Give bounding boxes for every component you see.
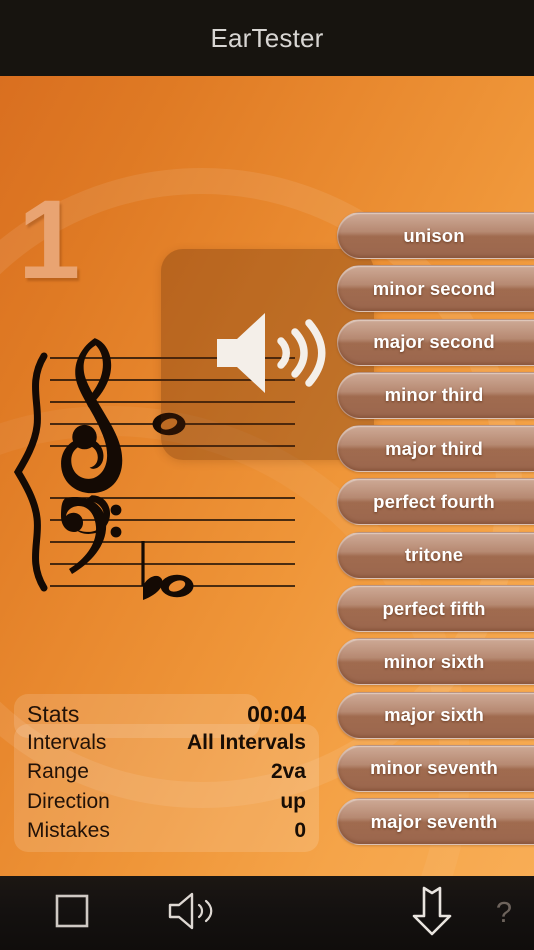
answer-button-perfect-fifth[interactable]: perfect fifth xyxy=(337,585,534,633)
stats-key: Range xyxy=(27,760,89,783)
answer-button-list: unison minor second major second minor t… xyxy=(337,212,534,852)
stats-row-direction: Direction up xyxy=(27,790,306,820)
speaker-wave-icon xyxy=(213,307,331,404)
answer-label: minor third xyxy=(384,384,484,406)
answer-button-major-second[interactable]: major second xyxy=(337,318,534,366)
stats-row-mistakes: Mistakes 0 xyxy=(27,819,306,849)
answer-button-perfect-fourth[interactable]: perfect fourth xyxy=(337,478,534,526)
stats-row-intervals: Intervals All Intervals xyxy=(27,731,306,761)
next-question-button[interactable] xyxy=(388,876,476,950)
answer-button-minor-sixth[interactable]: minor sixth xyxy=(337,638,534,686)
stats-row-range: Range 2va xyxy=(27,760,306,790)
round-number: 1 xyxy=(18,177,81,302)
answer-label: minor sixth xyxy=(383,650,485,672)
app-title: EarTester xyxy=(210,22,324,53)
bottom-toolbar: ? xyxy=(0,876,534,950)
stats-value: All Intervals xyxy=(186,730,306,754)
stats-row-heading: Stats 00:04 xyxy=(27,701,306,731)
main-stage: 1 unison minor second major second minor… xyxy=(0,76,534,876)
answer-label: major seventh xyxy=(370,810,498,832)
title-bar: EarTester xyxy=(0,0,534,76)
question-mark-icon: ? xyxy=(495,896,513,929)
stats-rows: Stats 00:04 Intervals All Intervals Rang… xyxy=(14,694,319,852)
answer-button-unison[interactable]: unison xyxy=(337,212,534,259)
whole-note-icon-lower xyxy=(141,541,194,600)
answer-label: perfect fifth xyxy=(382,597,486,619)
stats-value: 0 xyxy=(294,819,306,842)
stats-value: 2va xyxy=(270,760,306,783)
stats-value: up xyxy=(280,789,306,813)
answer-label: unison xyxy=(403,224,465,246)
answer-button-major-third[interactable]: major third xyxy=(337,425,534,473)
arrow-down-icon xyxy=(411,886,453,941)
answer-label: major sixth xyxy=(384,704,484,726)
stats-heading: Stats xyxy=(27,701,80,727)
answer-label: minor seventh xyxy=(370,757,498,779)
answer-label: perfect fourth xyxy=(373,490,495,512)
answer-button-minor-second[interactable]: minor second xyxy=(337,265,534,313)
answer-label: major third xyxy=(385,437,483,459)
answer-label: minor second xyxy=(372,277,496,299)
speaker-wave-icon xyxy=(168,892,216,935)
app-root: EarTester 1 unison minor second major se… xyxy=(0,0,534,950)
stats-timer: 00:04 xyxy=(247,701,306,727)
flat-icon xyxy=(143,541,163,600)
stats-key: Direction xyxy=(27,789,110,813)
sound-toggle-button[interactable] xyxy=(148,876,236,950)
answer-button-tritone[interactable]: tritone xyxy=(337,531,534,579)
answer-button-minor-third[interactable]: minor third xyxy=(337,371,534,419)
stop-square-icon xyxy=(55,894,89,933)
answer-button-major-seventh[interactable]: major seventh xyxy=(337,798,534,846)
stats-panel: Stats 00:04 Intervals All Intervals Rang… xyxy=(14,694,319,852)
answer-label: major second xyxy=(373,331,495,353)
brace-icon xyxy=(14,352,48,592)
bass-clef-icon xyxy=(61,497,122,574)
stop-button[interactable] xyxy=(28,876,116,950)
stats-key: Mistakes xyxy=(27,819,110,842)
stats-key: Intervals xyxy=(27,730,107,754)
answer-button-minor-seventh[interactable]: minor seventh xyxy=(337,744,534,792)
answer-label: tritone xyxy=(404,544,464,566)
help-button[interactable]: ? xyxy=(478,876,530,950)
answer-button-major-sixth[interactable]: major sixth xyxy=(337,691,534,739)
